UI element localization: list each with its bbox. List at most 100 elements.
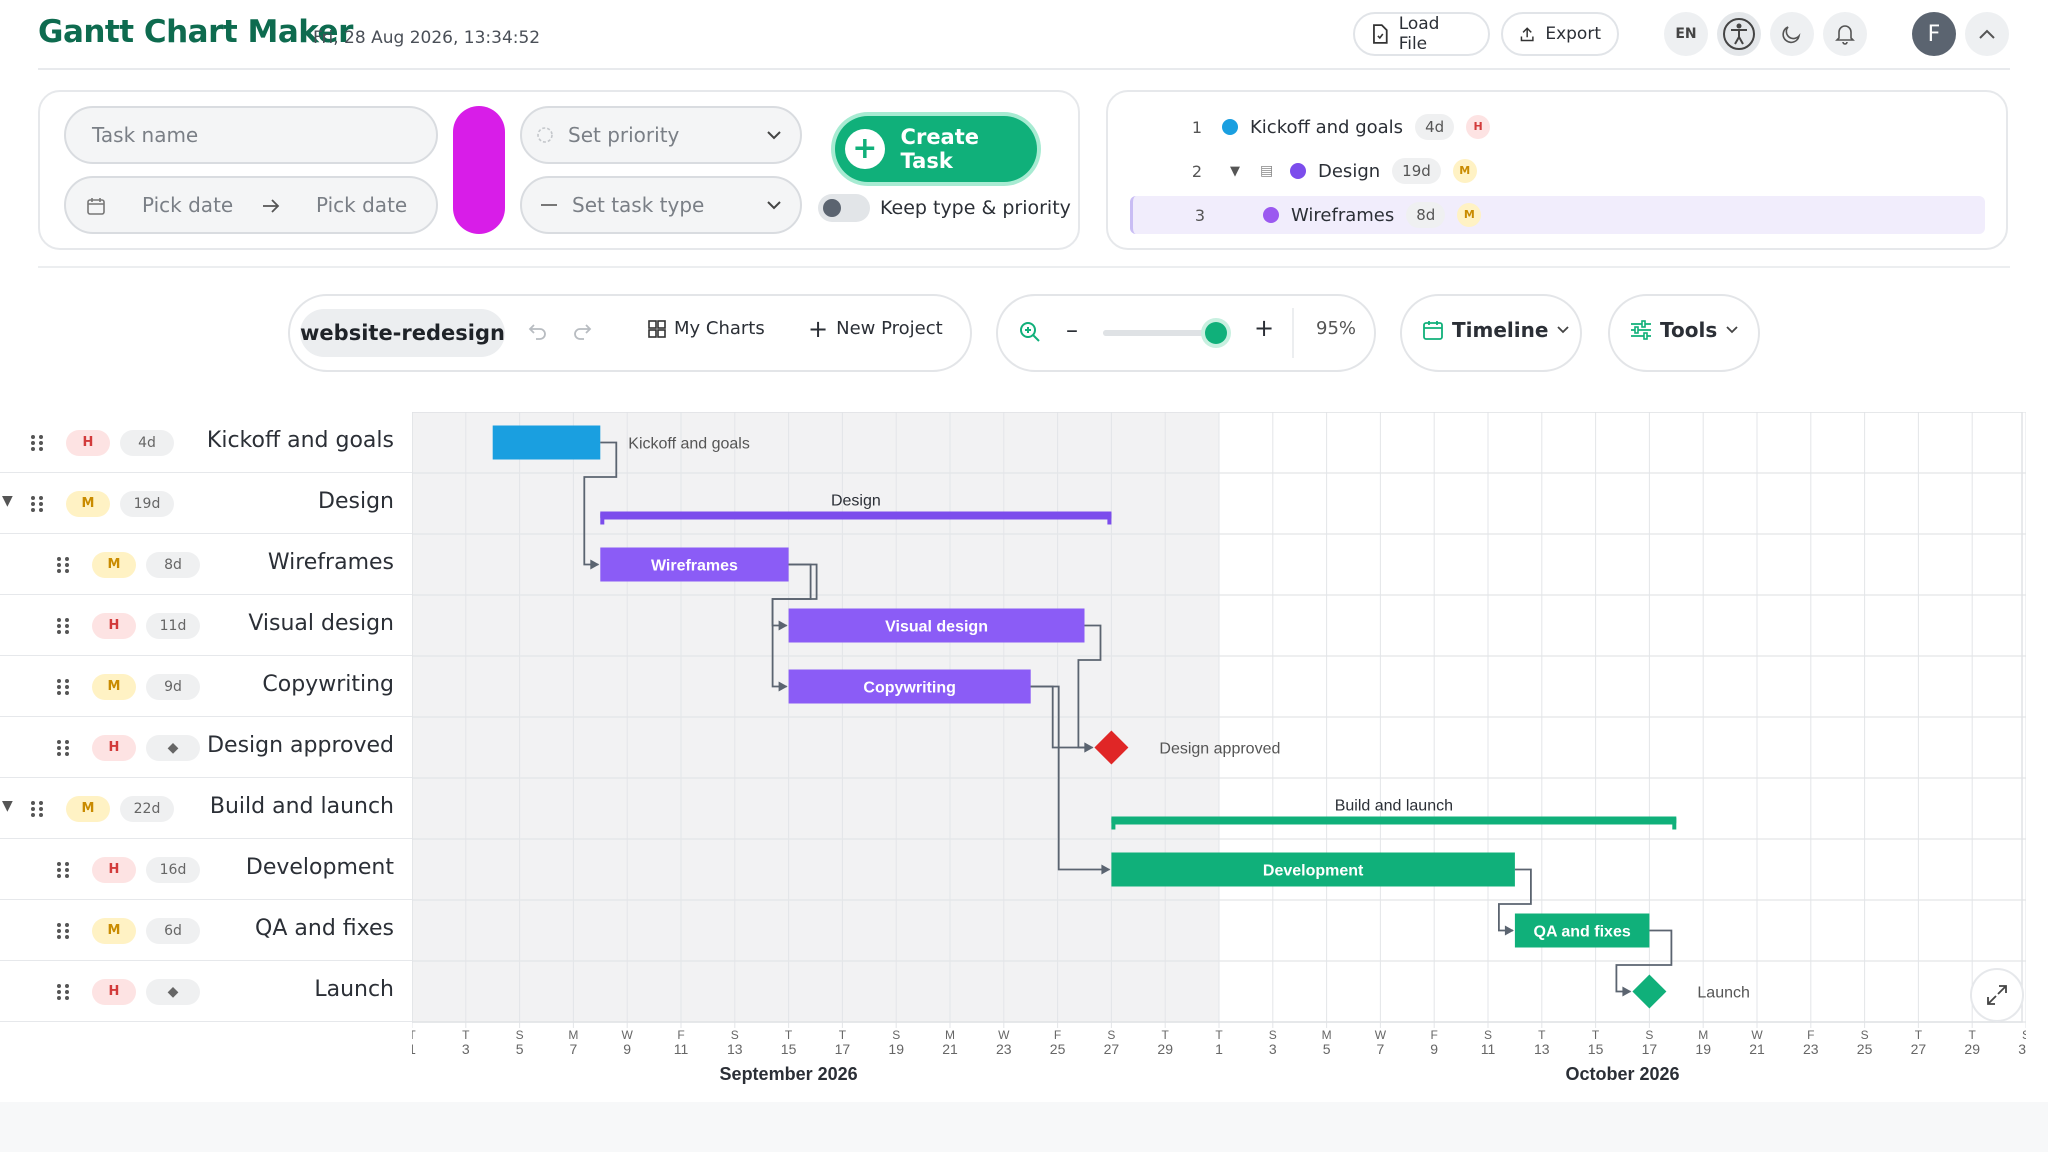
tick-weekday-label: T [1215, 1028, 1223, 1042]
create-task-button[interactable]: + Create Task [835, 116, 1037, 182]
drag-handle-icon[interactable] [30, 495, 44, 513]
drag-handle-icon[interactable] [56, 678, 70, 696]
end-date-field[interactable]: Pick date [316, 193, 407, 217]
row-task-name: Visual design [248, 611, 394, 636]
tick-weekday-label: W [1375, 1028, 1387, 1042]
row-duration-badge: 19d [120, 491, 174, 517]
group-bar-cap [1672, 816, 1677, 830]
group-summary-bar [1111, 816, 1677, 825]
tick-weekday-label: T [785, 1028, 793, 1042]
row-priority-badge: M [92, 918, 136, 944]
drag-handle-icon[interactable] [56, 556, 70, 574]
plus-icon: + [845, 129, 885, 169]
tick-day-label: 25 [1857, 1041, 1873, 1057]
chevron-down-icon [767, 131, 781, 140]
dark-mode-button[interactable] [1770, 12, 1814, 56]
undo-button[interactable] [528, 322, 548, 340]
view-select-content[interactable]: Timeline [1422, 318, 1570, 342]
gantt-row[interactable]: H ◆ Launch [0, 961, 412, 1022]
tick-weekday-label: S [1484, 1028, 1492, 1042]
task-priority-badge: M [1452, 159, 1477, 183]
gantt-row[interactable]: ▼ M 19d Design [0, 473, 412, 534]
tick-weekday-label: M [1322, 1028, 1332, 1042]
accessibility-button[interactable] [1717, 12, 1761, 56]
start-date-field[interactable]: Pick date [142, 193, 233, 217]
undo-icon [528, 324, 546, 340]
notifications-button[interactable] [1823, 12, 1867, 56]
task-list-row[interactable]: 3 Wireframes 8d M [1130, 196, 1985, 234]
load-file-button[interactable]: Load File [1353, 12, 1490, 56]
collapse-caret-icon[interactable]: ▼ [2, 798, 13, 814]
drag-handle-icon[interactable] [56, 617, 70, 635]
zoom-slider-handle[interactable] [1205, 322, 1227, 344]
date-range-input[interactable]: Pick date Pick date [64, 176, 438, 234]
task-name-input[interactable]: Task name [64, 106, 438, 164]
row-task-name: Design approved [207, 733, 394, 758]
row-task-name: Wireframes [267, 550, 394, 575]
fullscreen-button[interactable] [1970, 968, 2024, 1022]
current-datetime: Fri, 28 Aug 2026, 13:34:52 [313, 28, 541, 48]
zoom-in-icon [1020, 322, 1040, 342]
keep-type-priority-toggle[interactable] [818, 194, 870, 222]
export-button[interactable]: Export [1501, 12, 1619, 56]
gantt-row[interactable]: H ◆ Design approved [0, 717, 412, 778]
drag-handle-icon[interactable] [56, 922, 70, 940]
tick-day-label: 19 [1695, 1041, 1711, 1057]
moon-icon [1782, 26, 1801, 44]
tick-day-label: 7 [1377, 1041, 1385, 1057]
chevron-down-icon [1557, 326, 1570, 334]
tick-weekday-label: T [1162, 1028, 1170, 1042]
row-duration-badge: 9d [146, 674, 200, 700]
language-button[interactable]: EN [1664, 12, 1708, 56]
task-bar-label: Kickoff and goals [628, 436, 750, 453]
task-bar-label: Visual design [885, 619, 988, 636]
user-avatar[interactable]: F [1912, 12, 1956, 56]
gantt-row[interactable]: M 8d Wireframes [0, 534, 412, 595]
gantt-row[interactable]: M 9d Copywriting [0, 656, 412, 717]
tools-menu-content[interactable]: Tools [1630, 318, 1739, 342]
tick-day-label: 27 [1104, 1041, 1120, 1057]
tick-day-label: 21 [942, 1041, 958, 1057]
file-import-icon [1373, 24, 1388, 44]
zoom-in-button[interactable]: + [1254, 314, 1274, 342]
tick-weekday-label: F [677, 1028, 684, 1042]
section-divider [38, 266, 2010, 268]
zoom-fit-button[interactable] [1018, 320, 1042, 344]
tick-day-label: 15 [781, 1041, 797, 1057]
tick-weekday-label: M [1698, 1028, 1708, 1042]
task-color-picker[interactable] [453, 106, 505, 234]
collapse-caret-icon[interactable]: ▼ [2, 493, 13, 509]
task-type-select[interactable]: Set task type [520, 176, 802, 234]
drag-handle-icon[interactable] [30, 800, 44, 818]
project-selector[interactable]: website-redesign [300, 309, 505, 357]
zoom-divider [1292, 308, 1294, 358]
drag-handle-icon[interactable] [56, 739, 70, 757]
new-project-button[interactable]: + New Project [808, 317, 943, 341]
gantt-row[interactable]: M 6d QA and fixes [0, 900, 412, 961]
redo-icon [574, 324, 592, 340]
tick-weekday-label: S [1107, 1028, 1115, 1042]
my-charts-button[interactable]: My Charts [648, 318, 765, 339]
tick-weekday-label: T [839, 1028, 847, 1042]
task-list-row[interactable]: 1 Kickoff and goals 4d H [1130, 108, 1985, 146]
tick-day-label: 1 [1215, 1041, 1223, 1057]
row-priority-badge: M [66, 796, 110, 822]
tick-weekday-label: M [945, 1028, 955, 1042]
gantt-row[interactable]: H 16d Development [0, 839, 412, 900]
tick-day-label: 13 [727, 1041, 743, 1057]
task-list-name: Kickoff and goals [1250, 116, 1404, 138]
collapse-header-button[interactable] [1965, 12, 2009, 56]
drag-handle-icon[interactable] [30, 434, 44, 452]
gantt-row[interactable]: ▼ M 22d Build and launch [0, 778, 412, 839]
gantt-row[interactable]: H 11d Visual design [0, 595, 412, 656]
row-task-name: Copywriting [262, 672, 394, 697]
drag-handle-icon[interactable] [56, 861, 70, 879]
task-list-row[interactable]: 2 ▼ ▤ Design 19d M [1130, 152, 1985, 190]
task-list-name: Wireframes [1291, 204, 1395, 226]
zoom-out-button[interactable]: – [1066, 316, 1078, 344]
header-divider [38, 68, 2010, 70]
priority-select[interactable]: Set priority [520, 106, 802, 164]
drag-handle-icon[interactable] [56, 983, 70, 1001]
redo-button[interactable] [572, 322, 592, 340]
gantt-row[interactable]: H 4d Kickoff and goals [0, 412, 412, 473]
